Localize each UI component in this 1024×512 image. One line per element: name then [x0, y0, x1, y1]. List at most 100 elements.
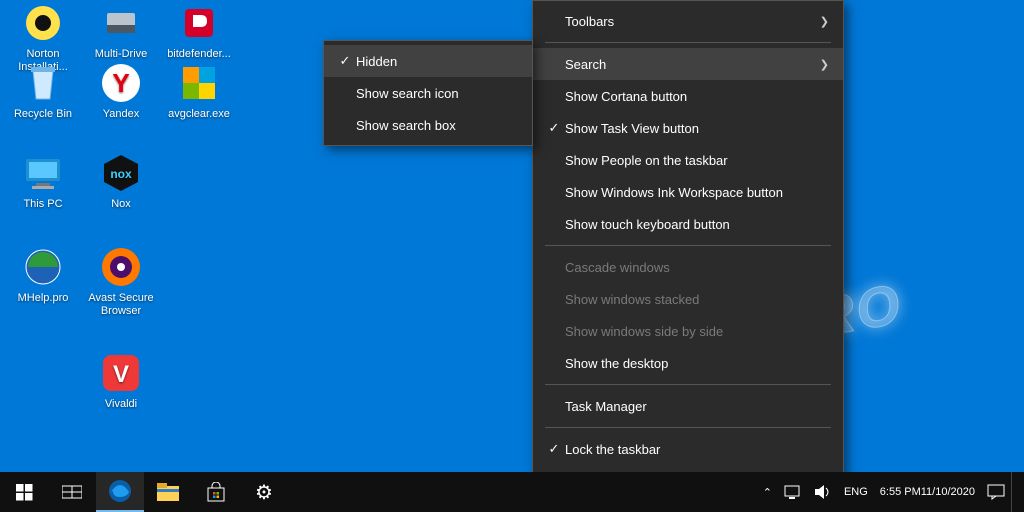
tray-language[interactable]: ENG: [838, 472, 874, 512]
avast-icon: [100, 246, 142, 288]
desktop-icon-vivaldi[interactable]: V Vivaldi: [84, 352, 158, 411]
icon-label: avgclear.exe: [162, 108, 236, 121]
menu-separator: [545, 245, 831, 246]
menu-separator: [545, 42, 831, 43]
taskbar-app-store[interactable]: [192, 472, 240, 512]
tray-volume[interactable]: [808, 472, 838, 512]
desktop-icon-mhelp[interactable]: MHelp.pro: [6, 246, 80, 305]
menu-label: Show search box: [356, 118, 518, 133]
tray-overflow[interactable]: ⌃: [757, 472, 778, 512]
app-icon: [178, 2, 220, 44]
menu-label: Show windows side by side: [565, 324, 829, 339]
menu-item-cortana[interactable]: Show Cortana button: [533, 80, 843, 112]
task-view-icon: [62, 484, 82, 500]
language-label: ENG: [844, 486, 868, 498]
desktop-icon-bitdefender[interactable]: bitdefender...: [162, 2, 236, 61]
check-icon: ✓: [543, 441, 565, 457]
menu-label: Search: [565, 57, 815, 72]
menu-item-cascade: Cascade windows: [533, 251, 843, 283]
menu-item-ink[interactable]: Show Windows Ink Workspace button: [533, 176, 843, 208]
desktop-icon-avast[interactable]: Avast Secure Browser: [84, 246, 158, 318]
menu-item-people[interactable]: Show People on the taskbar: [533, 144, 843, 176]
svg-text:Y: Y: [112, 68, 129, 98]
tray-clock[interactable]: 6:55 PM 11/10/2020: [874, 472, 981, 512]
system-tray: ⌃ ENG 6:55 PM 11/10/2020: [757, 472, 1024, 512]
menu-label: Show touch keyboard button: [565, 217, 829, 232]
desktop-icon-multidrive[interactable]: Multi-Drive: [84, 2, 158, 61]
chevron-right-icon: ❯: [815, 15, 829, 28]
icon-label: Nox: [84, 198, 158, 211]
menu-label: Cascade windows: [565, 260, 829, 275]
taskbar: ⚙ ⌃ ENG 6:55 PM 11/10/2020: [0, 472, 1024, 512]
menu-label: Show Task View button: [565, 121, 829, 136]
avg-icon: [178, 62, 220, 104]
menu-label: Lock the taskbar: [565, 442, 829, 457]
search-submenu: ✓ Hidden Show search icon Show search bo…: [323, 40, 533, 146]
chevron-up-icon: ⌃: [763, 486, 772, 499]
clock-time: 6:55 PM: [880, 486, 921, 499]
task-view-button[interactable]: [48, 472, 96, 512]
windows-icon: [16, 484, 33, 501]
icon-label: Recycle Bin: [6, 108, 80, 121]
menu-item-search[interactable]: Search ❯: [533, 48, 843, 80]
menu-item-side-by-side: Show windows side by side: [533, 315, 843, 347]
clock-date: 11/10/2020: [921, 486, 975, 499]
desktop-icon-recycle-bin[interactable]: Recycle Bin: [6, 62, 80, 121]
vivaldi-icon: V: [100, 352, 142, 394]
globe-icon: [22, 246, 64, 288]
tray-network[interactable]: [778, 472, 808, 512]
icon-label: Multi-Drive: [84, 48, 158, 61]
menu-separator: [545, 427, 831, 428]
recycle-bin-icon: [22, 62, 64, 104]
menu-separator: [545, 384, 831, 385]
desktop-icon-avgclear[interactable]: avgclear.exe: [162, 62, 236, 121]
menu-item-lock-taskbar[interactable]: ✓ Lock the taskbar: [533, 433, 843, 465]
nox-icon: nox: [100, 152, 142, 194]
icon-label: bitdefender...: [162, 48, 236, 61]
menu-label: Hidden: [356, 54, 518, 69]
menu-label: Show Cortana button: [565, 89, 829, 104]
desktop-icon-this-pc[interactable]: This PC: [6, 152, 80, 211]
menu-item-task-manager[interactable]: Task Manager: [533, 390, 843, 422]
icon-label: MHelp.pro: [6, 292, 80, 305]
taskbar-context-menu: Toolbars ❯ Search ❯ Show Cortana button …: [532, 0, 844, 502]
icon-label: Avast Secure Browser: [84, 292, 158, 318]
icon-label: Yandex: [84, 108, 158, 121]
show-desktop-button[interactable]: [1011, 472, 1024, 512]
taskbar-app-settings[interactable]: ⚙: [240, 472, 288, 512]
store-icon: [206, 482, 226, 502]
menu-label: Toolbars: [565, 14, 815, 29]
gear-icon: ⚙: [255, 480, 273, 505]
icon-label: Vivaldi: [84, 398, 158, 411]
desktop-icon-nox[interactable]: nox Nox: [84, 152, 158, 211]
taskbar-app-explorer[interactable]: [144, 472, 192, 512]
menu-label: Show the desktop: [565, 356, 829, 371]
menu-item-stacked: Show windows stacked: [533, 283, 843, 315]
menu-item-taskview[interactable]: ✓ Show Task View button: [533, 112, 843, 144]
volume-icon: [814, 484, 832, 500]
menu-item-touch-keyboard[interactable]: Show touch keyboard button: [533, 208, 843, 240]
this-pc-icon: [22, 152, 64, 194]
menu-label: Show People on the taskbar: [565, 153, 829, 168]
network-icon: [784, 485, 802, 499]
edge-icon: [108, 479, 132, 503]
submenu-item-show-icon[interactable]: Show search icon: [324, 77, 532, 109]
submenu-item-show-box[interactable]: Show search box: [324, 109, 532, 141]
svg-text:nox: nox: [110, 167, 132, 181]
start-button[interactable]: [0, 472, 48, 512]
notification-icon: [987, 484, 1005, 500]
tray-action-center[interactable]: [981, 472, 1011, 512]
yandex-icon: Y: [100, 62, 142, 104]
chevron-right-icon: ❯: [815, 58, 829, 71]
menu-item-show-desktop[interactable]: Show the desktop: [533, 347, 843, 379]
check-icon: ✓: [334, 53, 356, 69]
menu-label: Show Windows Ink Workspace button: [565, 185, 829, 200]
folder-icon: [157, 483, 179, 501]
app-icon: [22, 2, 64, 44]
desktop-icon-yandex[interactable]: Y Yandex: [84, 62, 158, 121]
menu-item-toolbars[interactable]: Toolbars ❯: [533, 5, 843, 37]
menu-label: Task Manager: [565, 399, 829, 414]
taskbar-app-edge[interactable]: [96, 472, 144, 512]
submenu-item-hidden[interactable]: ✓ Hidden: [324, 45, 532, 77]
svg-text:V: V: [113, 361, 129, 388]
